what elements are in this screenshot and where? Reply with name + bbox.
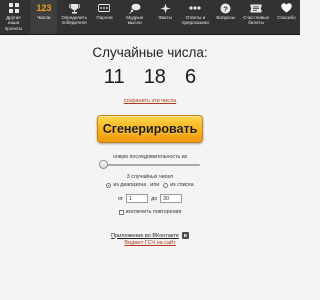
question-icon: ? bbox=[220, 2, 231, 14]
mode-list-radio[interactable] bbox=[163, 182, 169, 188]
nav-item-numbers[interactable]: 123 Числа bbox=[30, 0, 58, 34]
from-label: от bbox=[117, 195, 124, 202]
thought-bubble-icon bbox=[129, 2, 141, 14]
mode-range-radio[interactable] bbox=[106, 182, 112, 188]
mode-range-label: из диапазона bbox=[113, 182, 147, 188]
nav-label: Счастливые билеты bbox=[243, 15, 270, 26]
trophy-icon bbox=[68, 2, 80, 14]
password-icon bbox=[98, 2, 111, 14]
count-slider-track[interactable] bbox=[100, 164, 200, 166]
nav-item-passwords[interactable]: Пароли bbox=[91, 0, 118, 34]
nav-label: Ответы и предсказания bbox=[181, 15, 209, 26]
dots-icon bbox=[189, 2, 202, 14]
nav-label: Определить победителя bbox=[61, 15, 88, 26]
vk-icon[interactable]: В bbox=[181, 232, 189, 239]
random-numbers: 11 18 6 bbox=[0, 66, 300, 89]
nav-item-answers[interactable]: Ответы и предсказания bbox=[182, 0, 209, 34]
nav-label: Числа bbox=[37, 15, 51, 20]
random-number: 11 bbox=[103, 66, 125, 88]
top-nav: Другие наши проекты 123 Числа Определить… bbox=[0, 0, 300, 35]
no-repeat-checkbox[interactable] bbox=[118, 209, 124, 215]
vk-app-link[interactable]: Приложение во ВКонтакте bbox=[111, 233, 179, 239]
mode-range-option[interactable]: из диапазона bbox=[106, 182, 146, 188]
generate-button[interactable]: Сгенерировать bbox=[97, 115, 203, 143]
app-root: Другие наши проекты 123 Числа Определить… bbox=[0, 0, 300, 300]
random-number: 18 bbox=[143, 66, 166, 88]
mode-or-label: или bbox=[150, 182, 160, 188]
random-number: 6 bbox=[184, 66, 197, 88]
nav-label: Пароли bbox=[96, 15, 113, 20]
nav-item-questions[interactable]: ? Вопросы bbox=[212, 0, 239, 34]
svg-text:?: ? bbox=[224, 4, 229, 13]
nav-item-thanks[interactable]: Спасибо bbox=[273, 0, 300, 34]
nav-label: Спасибо bbox=[277, 15, 296, 20]
no-repeat-option[interactable]: исключить повторения bbox=[0, 209, 300, 215]
page-title: Случайные числа: bbox=[92, 45, 208, 60]
ticket-icon bbox=[250, 2, 262, 14]
nav-item-wise-thoughts[interactable]: Мудрые мысли bbox=[121, 0, 148, 34]
mode-selector: из диапазона или из списка bbox=[0, 182, 300, 188]
nav-label: Вопросы bbox=[216, 15, 236, 20]
nav-item-facts[interactable]: Факты bbox=[152, 0, 179, 34]
mode-list-option[interactable]: из списка bbox=[163, 182, 194, 188]
count-slider-handle[interactable] bbox=[99, 160, 108, 169]
vk-app-row: Приложение во ВКонтакте В bbox=[0, 232, 300, 239]
from-input[interactable] bbox=[126, 194, 149, 203]
to-label: до bbox=[151, 195, 158, 202]
nav-item-other-projects[interactable]: Другие наши проекты bbox=[0, 0, 27, 34]
grid-icon bbox=[8, 2, 19, 14]
nav-item-lucky-tickets[interactable]: Счастливые билеты bbox=[243, 0, 270, 34]
facts-icon bbox=[160, 2, 171, 14]
nav-label: Мудрые мысли bbox=[126, 15, 144, 26]
nav-label: Другие наши проекты bbox=[4, 15, 23, 31]
to-input[interactable] bbox=[160, 194, 183, 203]
heart-icon bbox=[281, 2, 292, 14]
no-repeat-label: исключить повторения bbox=[125, 209, 182, 215]
new-sequence-label: новую последовательность из bbox=[112, 154, 188, 160]
widget-link[interactable]: Виджет ГСЧ на сайт bbox=[0, 240, 300, 246]
save-numbers-link[interactable]: сохранить эти числа bbox=[0, 98, 300, 104]
count-label: 3 случайных чисел bbox=[126, 174, 174, 180]
numbers-icon-text: 123 bbox=[36, 3, 52, 13]
numbers-icon: 123 bbox=[36, 2, 51, 14]
range-inputs: от до bbox=[0, 194, 300, 203]
mode-list-label: из списка bbox=[170, 182, 194, 188]
nav-label: Факты bbox=[158, 15, 172, 20]
nav-item-winner[interactable]: Определить победителя bbox=[61, 0, 88, 34]
